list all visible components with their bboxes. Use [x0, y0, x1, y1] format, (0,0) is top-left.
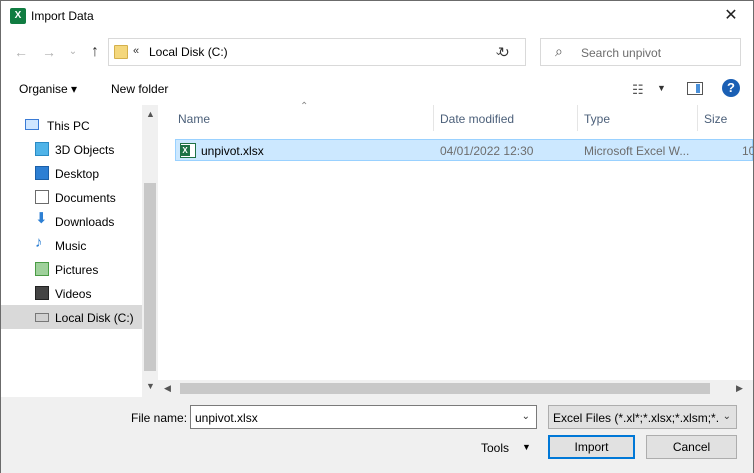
new-folder-button[interactable]: New folder: [111, 82, 168, 96]
column-header-size[interactable]: Size: [704, 112, 727, 126]
column-divider[interactable]: [697, 105, 698, 131]
file-name: unpivot.xlsx: [201, 144, 264, 158]
command-toolbar: Organise ▾ New folder ☷ ▼ ?: [1, 73, 753, 105]
dialog-footer: File name: unpivot.xlsx ⌄ Excel Files (*…: [1, 397, 753, 473]
sidebar-item-label: Local Disk (C:): [55, 311, 134, 325]
column-headers: ⌃ Name Date modified Type Size: [166, 101, 753, 131]
scroll-left-icon[interactable]: ◀: [164, 383, 171, 394]
sidebar-item-desktop[interactable]: Desktop: [1, 161, 142, 185]
import-data-dialog: X Import Data ✕ ← → ⌄ ↑ « Local Disk (C:…: [0, 0, 754, 473]
breadcrumb-overflow[interactable]: «: [133, 45, 139, 57]
sidebar-item-pictures[interactable]: Pictures: [1, 257, 142, 281]
folder-icon: [114, 45, 128, 59]
sidebar-item-label: 3D Objects: [55, 143, 115, 157]
documents-icon: [35, 190, 49, 204]
excel-icon: X: [10, 8, 26, 24]
pictures-icon: [35, 262, 49, 276]
file-type-filter-value: Excel Files (*.xl*;*.xlsx;*.xlsm;*.x: [553, 411, 718, 425]
recent-locations-button[interactable]: ⌄: [63, 42, 83, 62]
up-button[interactable]: ↑: [85, 42, 105, 62]
sidebar-item-label: Downloads: [55, 215, 115, 229]
sidebar-item-label: Videos: [55, 287, 92, 301]
drive-icon: [35, 313, 49, 322]
import-button[interactable]: Import: [548, 435, 635, 459]
sidebar-item-label: Desktop: [55, 167, 100, 181]
scrollbar-thumb[interactable]: [180, 383, 710, 394]
sidebar-item-documents[interactable]: Documents: [1, 185, 142, 209]
navigation-pane: This PC 3D Objects Desktop Documents ⬇ D…: [1, 105, 158, 398]
scroll-up-icon[interactable]: ▲: [146, 109, 155, 119]
preview-pane-icon[interactable]: [687, 82, 703, 95]
sidebar-item-music[interactable]: ♪ Music: [1, 233, 142, 257]
file-name-field[interactable]: unpivot.xlsx ⌄: [190, 405, 537, 429]
tools-menu[interactable]: Tools: [481, 441, 509, 455]
cancel-button[interactable]: Cancel: [646, 435, 737, 459]
breadcrumb-path[interactable]: Local Disk (C:): [149, 45, 228, 59]
sort-ascending-icon: ⌃: [300, 101, 309, 112]
column-divider[interactable]: [577, 105, 578, 131]
sidebar-item-downloads[interactable]: ⬇ Downloads: [1, 209, 142, 233]
sidebar-item-local-disk[interactable]: Local Disk (C:): [1, 305, 142, 329]
window-title: Import Data: [31, 9, 94, 23]
column-header-type[interactable]: Type: [584, 112, 610, 126]
sidebar-item-this-pc[interactable]: This PC: [1, 113, 142, 137]
help-icon[interactable]: ?: [722, 79, 740, 97]
cube-icon: [35, 142, 49, 156]
address-bar[interactable]: « Local Disk (C:) ⌄: [108, 38, 526, 66]
scroll-right-icon[interactable]: ▶: [736, 383, 743, 394]
title-bar: X Import Data ✕: [1, 1, 753, 31]
sidebar-item-label: Music: [55, 239, 87, 253]
view-dropdown-icon[interactable]: ▼: [657, 83, 666, 93]
file-row[interactable]: unpivot.xlsx 04/01/2022 12:30 Microsoft …: [175, 139, 754, 161]
file-name-label: File name:: [131, 411, 188, 425]
file-date-modified: 04/01/2022 12:30: [440, 144, 534, 158]
search-icon: ⌕: [555, 43, 563, 59]
music-icon: ♪: [35, 234, 43, 251]
sidebar-item-label: Documents: [55, 191, 116, 205]
sidebar-item-label: This PC: [47, 119, 90, 133]
sidebar-item-videos[interactable]: Videos: [1, 281, 142, 305]
column-divider[interactable]: [433, 105, 434, 131]
back-button[interactable]: ←: [11, 42, 31, 62]
view-options-icon[interactable]: ☷: [632, 82, 644, 98]
scroll-down-icon[interactable]: ▼: [146, 381, 155, 391]
column-header-date[interactable]: Date modified: [440, 112, 514, 126]
file-size: 10: [742, 144, 754, 158]
tools-dropdown-icon[interactable]: ▼: [522, 442, 531, 452]
navigation-bar: ← → ⌄ ↑ « Local Disk (C:) ⌄ ↻ ⌕ Search u…: [1, 36, 753, 70]
file-name-value[interactable]: unpivot.xlsx: [195, 411, 258, 425]
organise-menu[interactable]: Organise ▾: [19, 82, 77, 96]
file-type-filter[interactable]: Excel Files (*.xl*;*.xlsx;*.xlsm;*.x ⌄: [548, 405, 737, 429]
column-header-name[interactable]: Name: [178, 112, 210, 126]
chevron-down-icon[interactable]: ⌄: [522, 411, 530, 422]
monitor-icon: [25, 119, 39, 130]
videos-icon: [35, 286, 49, 300]
search-input[interactable]: Search unpivot: [581, 46, 661, 60]
close-button[interactable]: ✕: [709, 1, 753, 31]
forward-button[interactable]: →: [39, 42, 59, 62]
scrollbar-thumb[interactable]: [144, 183, 156, 371]
horizontal-scrollbar[interactable]: ◀ ▶: [158, 380, 753, 397]
download-icon: ⬇: [35, 210, 48, 227]
sidebar-item-3d-objects[interactable]: 3D Objects: [1, 137, 142, 161]
search-box[interactable]: ⌕ Search unpivot: [540, 38, 741, 66]
chevron-down-icon[interactable]: ⌄: [723, 411, 731, 422]
refresh-icon[interactable]: ↻: [498, 44, 510, 61]
sidebar-item-label: Pictures: [55, 263, 99, 277]
excel-file-icon: [180, 143, 196, 158]
desktop-icon: [35, 166, 49, 180]
file-type: Microsoft Excel W...: [584, 144, 690, 158]
sidebar-scrollbar[interactable]: ▲ ▼: [142, 105, 158, 398]
